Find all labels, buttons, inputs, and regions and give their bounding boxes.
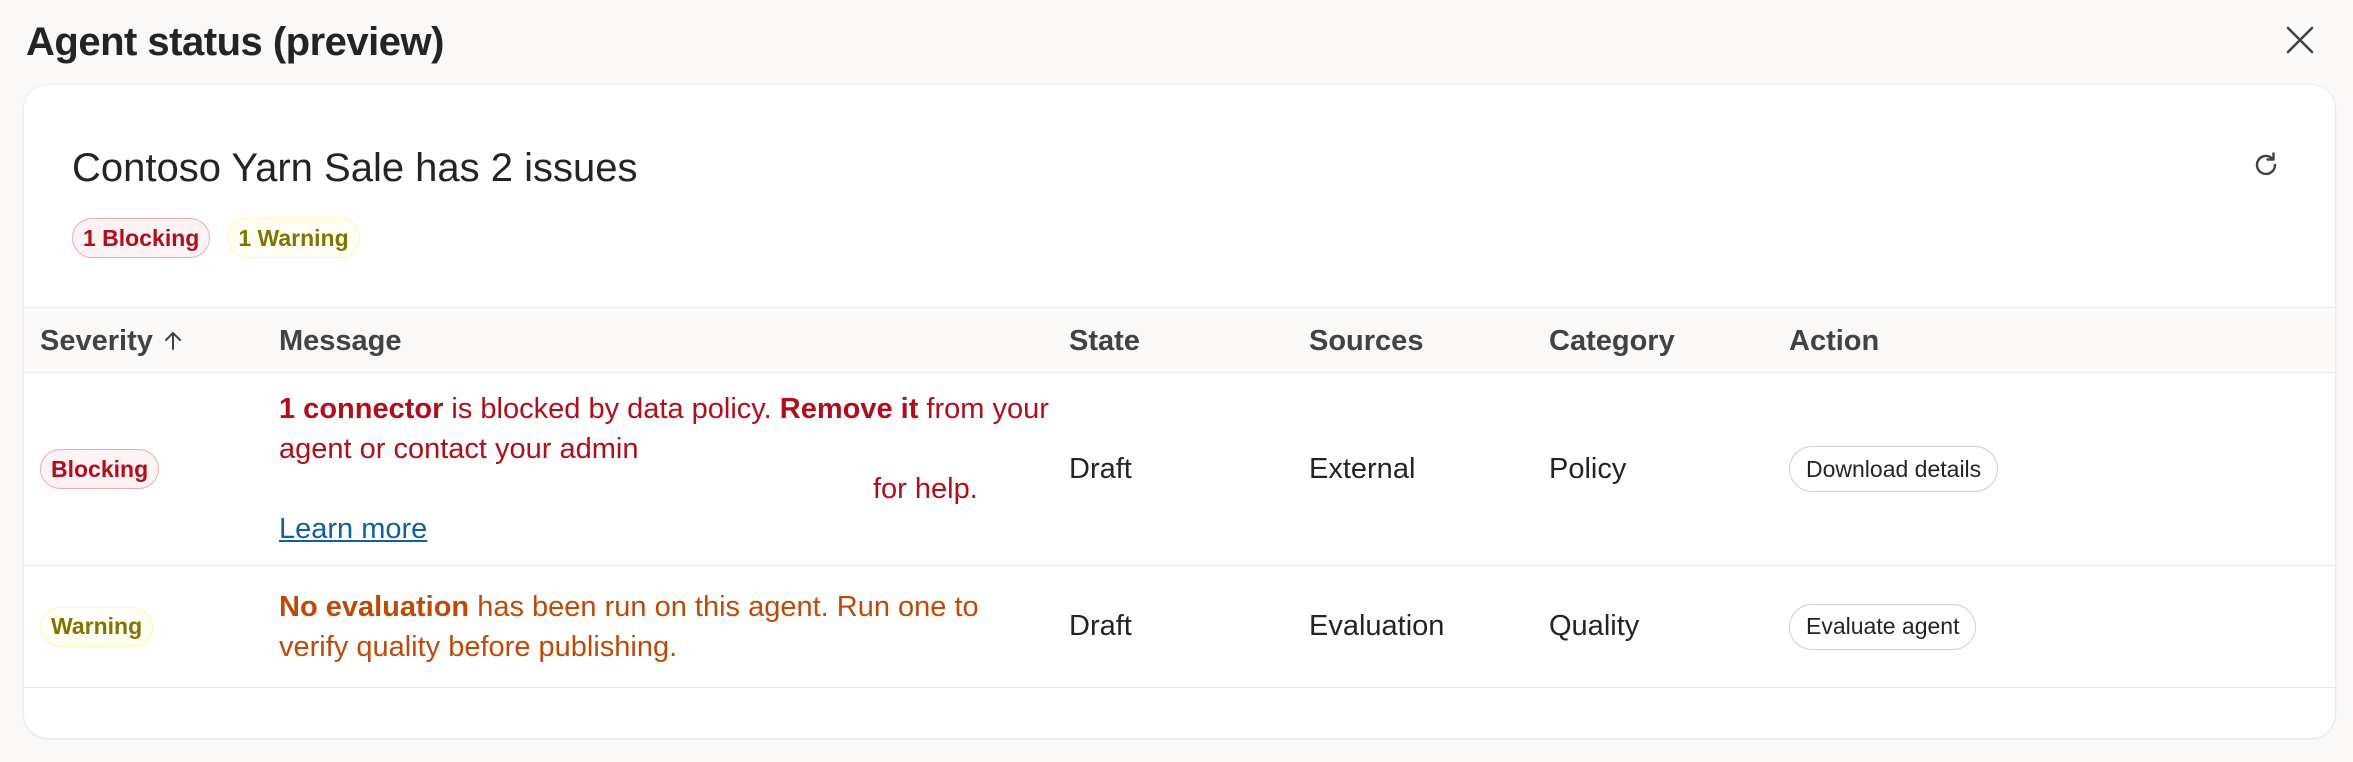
table-header: Severity Message State Sources Category … <box>24 307 2335 373</box>
message-highlight: No evaluation <box>279 591 470 623</box>
close-icon <box>2286 26 2314 54</box>
column-header-category[interactable]: Category <box>1549 308 1675 374</box>
learn-more-link[interactable]: Learn more <box>279 509 427 549</box>
panel-header: Agent status (preview) <box>0 0 2353 84</box>
state-cell: Draft <box>1069 610 1132 642</box>
column-header-state[interactable]: State <box>1069 308 1140 374</box>
panel-title: Agent status (preview) <box>26 20 444 64</box>
column-header-severity[interactable]: Severity <box>40 308 184 374</box>
table-row: Blocking 1 connector is blocked by data … <box>24 373 2335 566</box>
message-part: is blocked by data policy. <box>443 393 780 425</box>
message-highlight: Remove it <box>779 393 919 425</box>
column-header-action[interactable]: Action <box>1789 308 1879 374</box>
table-row: Warning No evaluation has been run on th… <box>24 566 2335 688</box>
action-cell: Evaluate agent <box>1789 566 1977 687</box>
close-button[interactable] <box>2280 20 2320 60</box>
refresh-button[interactable] <box>2246 145 2286 185</box>
warning-count-badge: 1 Warning <box>227 218 360 258</box>
arrow-up-icon <box>164 332 181 350</box>
action-cell: Download details <box>1789 373 1999 565</box>
download-details-button[interactable]: Download details <box>1789 446 1999 492</box>
state-cell: Draft <box>1069 452 1132 485</box>
sources-cell: External <box>1309 452 1416 485</box>
evaluate-agent-button[interactable]: Evaluate agent <box>1789 603 1977 650</box>
issues-table: Severity Message State Sources Category … <box>24 307 2335 688</box>
category-cell: Quality <box>1549 610 1640 642</box>
agent-status-card: Contoso Yarn Sale has 2 issues 1 Blockin… <box>24 85 2335 738</box>
severity-cell: Warning <box>40 566 154 687</box>
column-header-message[interactable]: Message <box>279 308 402 374</box>
severity-badge-blocking: Blocking <box>40 449 160 489</box>
message-highlight: 1 connector <box>279 393 444 425</box>
summary-badges: 1 Blocking 1 Warning <box>72 218 360 258</box>
severity-cell: Blocking <box>40 373 160 565</box>
refresh-icon <box>2255 152 2277 176</box>
severity-badge-warning: Warning <box>40 606 154 647</box>
message-cell: 1 connector is blocked by data policy. R… <box>279 389 1049 549</box>
category-cell: Policy <box>1549 452 1627 485</box>
column-header-severity-label: Severity <box>40 324 153 357</box>
column-header-sources[interactable]: Sources <box>1309 308 1423 374</box>
blocking-count-badge: 1 Blocking <box>72 218 211 258</box>
card-title: Contoso Yarn Sale has 2 issues <box>72 146 638 190</box>
message-cell: No evaluation has been run on this agent… <box>279 587 1049 667</box>
sources-cell: Evaluation <box>1309 610 1445 642</box>
message-continuation: for help. <box>873 473 978 505</box>
message-text: 1 connector is blocked by data policy. R… <box>279 389 1049 469</box>
